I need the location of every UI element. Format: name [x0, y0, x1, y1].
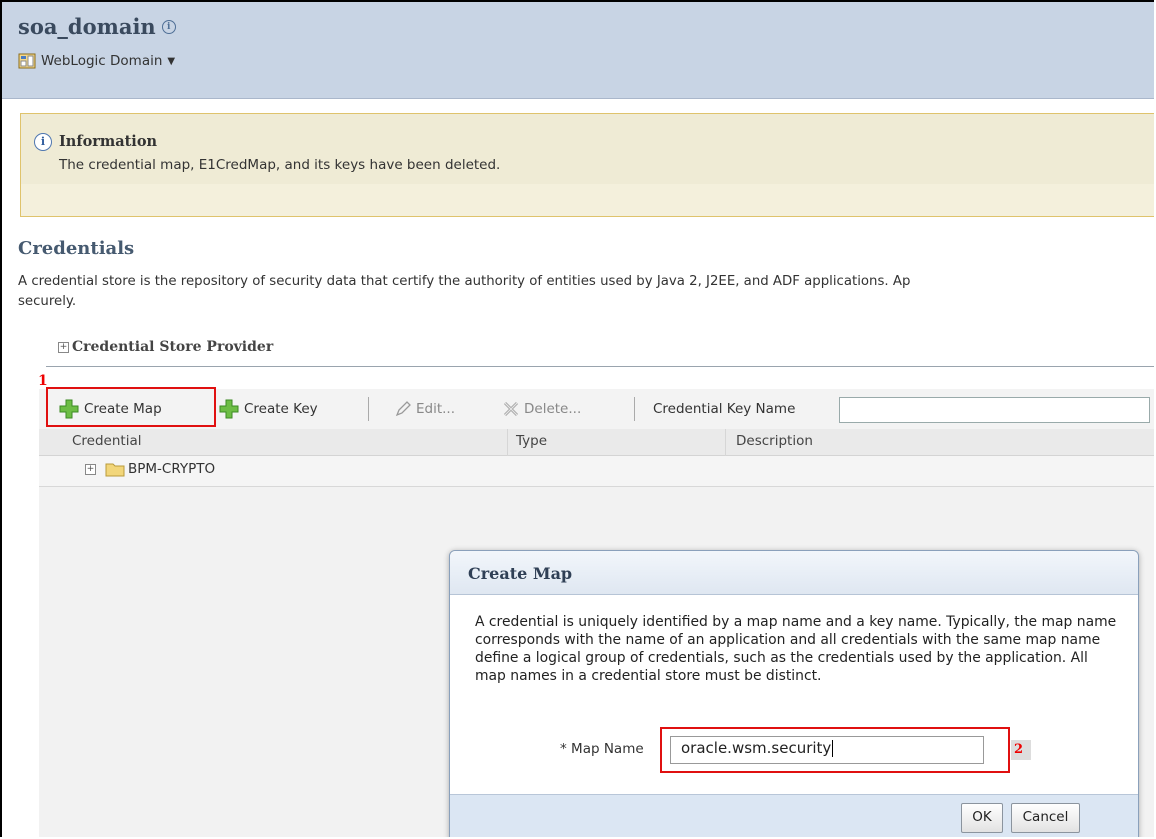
credential-key-name-label: Credential Key Name	[653, 401, 796, 417]
app-frame: soa_domain i WebLogic Domain ▼ i Informa…	[0, 0, 1154, 837]
weblogic-domain-icon	[18, 53, 36, 69]
credential-store-provider-label: Credential Store Provider	[72, 339, 274, 355]
credentials-description: A credential store is the repository of …	[18, 272, 1154, 312]
create-key-button[interactable]: Create Key	[219, 389, 318, 429]
domain-info-icon[interactable]: i	[161, 19, 176, 34]
credential-name: BPM-CRYPTO	[128, 461, 216, 477]
weblogic-domain-menu[interactable]: WebLogic Domain ▼	[18, 52, 175, 70]
highlight-create-map	[46, 387, 216, 427]
information-message: The credential map, E1CredMap, and its k…	[59, 157, 501, 173]
expand-icon: +	[58, 341, 69, 353]
delete-label: Delete...	[524, 401, 582, 417]
toolbar-separator	[634, 397, 635, 421]
cancel-button[interactable]: Cancel	[1011, 803, 1080, 833]
delete-button[interactable]: Delete...	[502, 389, 581, 429]
map-name-label-row: * Map Name	[560, 741, 644, 757]
credentials-description-line1: A credential store is the repository of …	[18, 274, 911, 289]
chevron-down-icon: ▼	[167, 55, 176, 67]
domain-title: soa_domain	[18, 14, 156, 39]
information-title: Information	[59, 133, 158, 150]
folder-icon	[105, 463, 125, 476]
weblogic-domain-label: WebLogic Domain	[41, 53, 163, 69]
expand-row-icon[interactable]: +	[85, 463, 96, 475]
information-icon: i	[34, 133, 52, 151]
edit-label: Edit...	[416, 401, 456, 417]
dialog-footer: OK Cancel	[450, 794, 1138, 837]
credentials-toolbar: Create Map Create Key Edit... Delete... …	[39, 387, 1154, 430]
information-message-box: i Information The credential map, E1Cred…	[20, 113, 1154, 217]
column-header-description[interactable]: Description	[736, 433, 813, 449]
column-header-credential[interactable]: Credential	[72, 433, 141, 449]
section-divider	[46, 366, 1154, 367]
domain-header: soa_domain i WebLogic Domain ▼	[2, 2, 1154, 99]
credentials-heading: Credentials	[18, 238, 135, 259]
edit-button[interactable]: Edit...	[394, 389, 455, 429]
dialog-title: Create Map	[450, 551, 1138, 595]
pencil-icon	[395, 401, 411, 417]
delete-x-icon	[503, 401, 519, 417]
ok-button[interactable]: OK	[961, 803, 1003, 833]
required-marker: *	[560, 741, 567, 757]
credentials-description-line2: securely.	[18, 294, 77, 309]
create-key-label: Create Key	[244, 401, 318, 417]
credential-key-name-input[interactable]	[839, 397, 1150, 423]
add-icon	[219, 399, 239, 419]
map-name-label: Map Name	[571, 741, 644, 757]
highlight-map-name	[660, 727, 1010, 773]
table-row[interactable]: + BPM-CRYPTO	[39, 456, 1154, 487]
toolbar-separator	[368, 397, 369, 421]
credential-store-provider-toggle[interactable]: + Credential Store Provider	[58, 339, 273, 355]
dialog-description: A credential is uniquely identified by a…	[475, 614, 1117, 684]
step-annotation-2: 2	[1011, 740, 1031, 760]
table-header: Credential Type Description	[39, 429, 1154, 456]
create-map-dialog: Create Map A credential is uniquely iden…	[449, 550, 1139, 837]
domain-title-row: soa_domain i	[18, 14, 176, 39]
column-header-type[interactable]: Type	[516, 433, 547, 449]
